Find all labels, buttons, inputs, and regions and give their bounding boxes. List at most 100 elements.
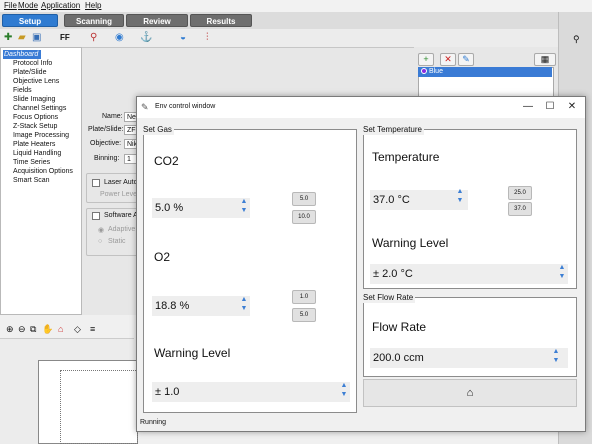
sidebar-tree: Dashboard Protocol Info Plate/Slide Obje… (0, 47, 82, 315)
gas-warning-spinner[interactable]: ▲ ▼ (340, 382, 348, 400)
gas-warning-label: Warning Level (154, 346, 231, 360)
o2-increase-icon[interactable]: ▲ (240, 296, 248, 304)
co2-spinner[interactable]: ▲ ▼ (240, 198, 248, 216)
temperature-preset-37-button[interactable]: 37.0 (508, 202, 532, 216)
sidebar-item-acquisition-options[interactable]: Acquisition Options (13, 167, 73, 176)
set-gas-panel: Set Gas CO2 5.0 % ▲ ▼ 5.0 10.0 O2 18.8 %… (143, 125, 357, 413)
temperature-value-field[interactable]: 37.0 °C (370, 190, 468, 210)
set-flow-rate-panel: Set Flow Rate Flow Rate 200.0 ccm ▲ ▼ (363, 293, 577, 377)
open-folder-icon[interactable]: ▰ (18, 32, 26, 44)
window-app-icon: ✎ (141, 102, 149, 112)
tab-review[interactable]: Review (126, 14, 188, 27)
o2-value-field[interactable]: 18.8 % (152, 296, 250, 316)
menu-file[interactable]: File (4, 1, 17, 10)
gas-warning-field[interactable]: ± 1.0 (152, 382, 350, 402)
co2-preset-5-button[interactable]: 5.0 (292, 192, 316, 206)
status-bar: Running (137, 417, 585, 431)
sidebar-item-z-stack-setup[interactable]: Z-Stack Setup (13, 122, 57, 131)
temperature-warning-label: Warning Level (372, 236, 449, 250)
flow-rate-value-field[interactable]: 200.0 ccm (370, 348, 568, 368)
save-icon[interactable]: ▣ (32, 32, 41, 44)
microscope-icon[interactable]: ⚓ (140, 32, 152, 44)
temperature-warning-decrease-icon[interactable]: ▼ (558, 273, 566, 281)
edit-channel-button[interactable]: ✎ (458, 53, 474, 66)
search-icon[interactable]: ⚲ (573, 34, 580, 45)
objective-icon[interactable]: ◉ (115, 32, 124, 44)
channel-list-item[interactable]: Blue (418, 67, 552, 77)
close-icon[interactable]: ✕ (563, 100, 581, 114)
laser-autofocus-label: Laser Auto (104, 179, 138, 186)
window-titlebar[interactable]: ✎ Env control window — ☐ ✕ (137, 97, 585, 118)
sidebar-item-fields[interactable]: Fields (13, 86, 32, 95)
static-radio-icon[interactable]: ○ (98, 238, 102, 245)
tab-scanning[interactable]: Scanning (64, 14, 124, 27)
sidebar-item-plate-slide[interactable]: Plate/Slide (13, 68, 46, 77)
sidebar-item-channel-settings[interactable]: Channel Settings (13, 104, 66, 113)
menu-application[interactable]: Application (41, 1, 80, 10)
software-autofocus-checkbox[interactable] (92, 212, 100, 220)
flow-rate-spinner[interactable]: ▲ ▼ (552, 348, 560, 366)
temperature-preset-25-button[interactable]: 25.0 (508, 186, 532, 200)
sidebar-item-focus-options[interactable]: Focus Options (13, 113, 58, 122)
temperature-warning-increase-icon[interactable]: ▲ (558, 264, 566, 272)
sidebar-item-slide-imaging[interactable]: Slide Imaging (13, 95, 55, 104)
objective-label: Objective: (90, 140, 122, 147)
flow-rate-decrease-icon[interactable]: ▼ (552, 357, 560, 365)
static-label: Static (108, 238, 126, 245)
remove-channel-button[interactable]: ✕ (440, 53, 456, 66)
co2-value-field[interactable]: 5.0 % (152, 198, 250, 218)
flow-rate-increase-icon[interactable]: ▲ (552, 348, 560, 356)
temperature-decrease-icon[interactable]: ▼ (456, 197, 464, 205)
sidebar-item-dashboard[interactable]: Dashboard (3, 50, 42, 59)
menu-help[interactable]: Help (85, 1, 101, 10)
minimize-icon[interactable]: — (519, 100, 537, 114)
co2-decrease-icon[interactable]: ▼ (240, 207, 248, 215)
sidebar-item-objective-lens[interactable]: Objective Lens (13, 77, 59, 86)
menu-mode[interactable]: Mode (18, 1, 38, 10)
sidebar-item-plate-heaters[interactable]: Plate Heaters (13, 140, 55, 149)
tab-results[interactable]: Results (190, 14, 252, 27)
co2-preset-10-button[interactable]: 10.0 (292, 210, 316, 224)
zoom-in-icon[interactable]: ⊕ (6, 324, 14, 335)
co2-increase-icon[interactable]: ▲ (240, 198, 248, 206)
channel-options-button[interactable]: ▦ (534, 53, 556, 66)
laser-autofocus-checkbox[interactable] (92, 179, 100, 187)
sidebar-item-smart-scan[interactable]: Smart Scan (13, 176, 50, 185)
flask-icon[interactable]: ◒ (180, 32, 186, 44)
thermometer-icon[interactable]: ⫶ (206, 32, 209, 44)
gas-warning-increase-icon[interactable]: ▲ (340, 382, 348, 390)
tab-setup[interactable]: Setup (2, 14, 58, 27)
o2-decrease-icon[interactable]: ▼ (240, 305, 248, 313)
temperature-warning-spinner[interactable]: ▲ ▼ (558, 264, 566, 282)
list-icon[interactable]: ≡ (90, 324, 95, 334)
toolbar: ✚ ▰ ▣ FF ⚲ ◉ ⚓ ◒ ⫶ (0, 29, 592, 47)
focus-icon[interactable]: FF (60, 32, 70, 44)
sidebar-item-protocol-info[interactable]: Protocol Info (13, 59, 52, 68)
temperature-icon[interactable]: ⚲ (90, 32, 97, 44)
o2-preset-1-button[interactable]: 1.0 (292, 290, 316, 304)
home-view-icon[interactable]: ⌂ (58, 324, 63, 334)
home-button[interactable]: ⌂ (363, 379, 577, 407)
maximize-icon[interactable]: ☐ (541, 100, 559, 114)
layer-icon[interactable]: ◇ (74, 324, 81, 335)
o2-preset-5-button[interactable]: 5.0 (292, 308, 316, 322)
binning-label: Binning: (94, 155, 120, 162)
fit-view-icon[interactable]: ⧉ (30, 324, 36, 335)
menu-bar: File Mode Application Help (0, 0, 592, 12)
power-level-label: Power Level (100, 191, 139, 198)
temperature-increase-icon[interactable]: ▲ (456, 188, 464, 196)
temperature-spinner[interactable]: ▲ ▼ (456, 188, 464, 206)
adaptive-radio-icon[interactable]: ◉ (98, 226, 104, 234)
temperature-warning-field[interactable]: ± 2.0 °C (370, 264, 568, 284)
new-file-icon[interactable]: ✚ (4, 32, 12, 44)
set-temperature-legend: Set Temperature (363, 125, 424, 135)
sidebar-item-image-processing[interactable]: Image Processing (13, 131, 69, 140)
add-channel-button[interactable]: + (418, 53, 434, 66)
zoom-out-icon[interactable]: ⊖ (18, 324, 26, 335)
gas-warning-decrease-icon[interactable]: ▼ (340, 391, 348, 399)
sidebar-item-liquid-handling[interactable]: Liquid Handling (13, 149, 61, 158)
name-label: Name: (102, 113, 123, 120)
sidebar-item-time-series[interactable]: Time Series (13, 158, 50, 167)
hand-icon[interactable]: ✋ (42, 324, 53, 335)
o2-spinner[interactable]: ▲ ▼ (240, 296, 248, 314)
